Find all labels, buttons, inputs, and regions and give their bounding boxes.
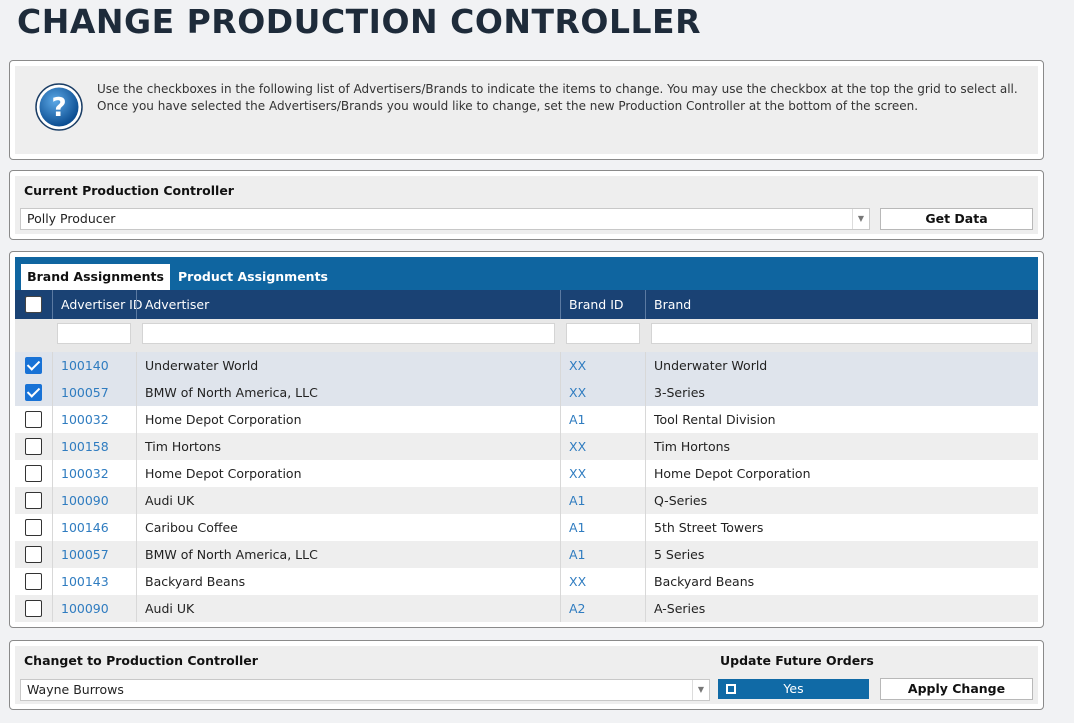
brand-id-cell[interactable]: XX [560, 352, 645, 379]
row-checkbox[interactable] [25, 546, 42, 563]
row-checkbox[interactable] [25, 600, 42, 617]
advertiser-cell: BMW of North America, LLC [136, 541, 560, 568]
row-checkbox[interactable] [25, 465, 42, 482]
advertiser-id-cell[interactable]: 100057 [52, 379, 136, 406]
page-title: CHANGE PRODUCTION CONTROLLER [17, 2, 701, 41]
advertiser-cell: Backyard Beans [136, 568, 560, 595]
svg-text:?: ? [51, 93, 66, 123]
brand-id-filter-input[interactable] [566, 323, 640, 344]
toggle-knob [726, 684, 736, 694]
table-row[interactable]: 100146 Caribou Coffee A1 5th Street Towers [15, 514, 1038, 541]
table-row[interactable]: 100057 BMW of North America, LLC XX 3-Serie… [15, 379, 1038, 406]
brand-id-cell[interactable]: XX [560, 433, 645, 460]
new-controller-label: Changet to Production Controller [24, 653, 258, 668]
table-row[interactable]: 100057 BMW of North America, LLC A1 5 Serie… [15, 541, 1038, 568]
advertiser-id-cell[interactable]: 100090 [52, 595, 136, 622]
advertiser-cell: BMW of North America, LLC [136, 379, 560, 406]
row-checkbox[interactable] [25, 519, 42, 536]
advertiser-id-cell[interactable]: 100146 [52, 514, 136, 541]
advertiser-id-cell[interactable]: 100032 [52, 406, 136, 433]
tab-brand-assignments[interactable]: Brand Assignments [21, 264, 170, 290]
advertiser-id-filter-input[interactable] [57, 323, 131, 344]
change-controller-panel: Changet to Production Controller Update … [9, 640, 1044, 710]
column-header-brand[interactable]: Brand [645, 290, 1038, 319]
table-row[interactable]: 100032 Home Depot Corporation A1 Tool Renta… [15, 406, 1038, 433]
update-future-orders-label: Update Future Orders [720, 653, 874, 668]
row-checkbox[interactable] [25, 411, 42, 428]
brand-cell: 5th Street Towers [645, 514, 1038, 541]
advertiser-cell: Home Depot Corporation [136, 460, 560, 487]
get-data-button[interactable]: Get Data [880, 208, 1033, 230]
row-checkbox[interactable] [25, 573, 42, 590]
grid-header: Advertiser ID Advertiser Brand ID Brand [15, 290, 1038, 319]
current-controller-label: Current Production Controller [24, 183, 234, 198]
table-row[interactable]: 100090 Audi UK A2 A-Series [15, 595, 1038, 622]
table-row[interactable]: 100032 Home Depot Corporation XX Home Depot… [15, 460, 1038, 487]
brand-cell: Home Depot Corporation [645, 460, 1038, 487]
advertiser-cell: Home Depot Corporation [136, 406, 560, 433]
brand-id-cell[interactable]: A1 [560, 541, 645, 568]
advertiser-id-cell[interactable]: 100057 [52, 541, 136, 568]
advertiser-filter-input[interactable] [142, 323, 555, 344]
current-controller-panel: Current Production Controller Polly Prod… [9, 170, 1044, 240]
info-panel: ? Use the checkboxes in the following li… [9, 60, 1044, 160]
brand-cell: Underwater World [645, 352, 1038, 379]
update-future-orders-value: Yes [783, 681, 804, 696]
advertiser-id-cell[interactable]: 100158 [52, 433, 136, 460]
brand-id-cell[interactable]: XX [560, 460, 645, 487]
advertiser-id-cell[interactable]: 100143 [52, 568, 136, 595]
row-checkbox[interactable] [25, 357, 42, 374]
column-header-advertiser-id[interactable]: Advertiser ID [52, 290, 143, 319]
table-row[interactable]: 100158 Tim Hortons XX Tim Hortons [15, 433, 1038, 460]
new-controller-value: Wayne Burrows [27, 682, 124, 697]
column-header-advertiser[interactable]: Advertiser [136, 290, 560, 319]
brand-cell: Q-Series [645, 487, 1038, 514]
brand-id-cell[interactable]: A1 [560, 514, 645, 541]
advertiser-cell: Audi UK [136, 595, 560, 622]
new-controller-select[interactable]: Wayne Burrows ▼ [20, 679, 710, 701]
advertiser-id-cell[interactable]: 100090 [52, 487, 136, 514]
brand-cell: Tool Rental Division [645, 406, 1038, 433]
advertiser-cell: Tim Hortons [136, 433, 560, 460]
brand-id-cell[interactable]: A1 [560, 487, 645, 514]
current-controller-select[interactable]: Polly Producer ▼ [20, 208, 870, 230]
advertiser-cell: Audi UK [136, 487, 560, 514]
assignments-panel: Brand Assignments Product Assignments Ad… [9, 251, 1044, 628]
brand-id-cell[interactable]: A1 [560, 406, 645, 433]
brand-id-cell[interactable]: XX [560, 568, 645, 595]
row-checkbox[interactable] [25, 492, 42, 509]
apply-change-button[interactable]: Apply Change [880, 678, 1033, 700]
brand-id-cell[interactable]: A2 [560, 595, 645, 622]
tab-product-assignments[interactable]: Product Assignments [173, 264, 333, 290]
brand-cell: 5 Series [645, 541, 1038, 568]
row-checkbox[interactable] [25, 438, 42, 455]
question-icon: ? [35, 83, 83, 131]
brand-cell: Backyard Beans [645, 568, 1038, 595]
update-future-orders-toggle[interactable]: Yes [718, 679, 869, 699]
advertiser-cell: Caribou Coffee [136, 514, 560, 541]
brand-cell: A-Series [645, 595, 1038, 622]
chevron-down-icon[interactable]: ▼ [852, 209, 869, 229]
current-controller-value: Polly Producer [27, 211, 116, 226]
instructions-text: Use the checkboxes in the following list… [97, 82, 1018, 113]
table-row[interactable]: 100090 Audi UK A1 Q-Series [15, 487, 1038, 514]
row-checkbox[interactable] [25, 384, 42, 401]
brand-cell: Tim Hortons [645, 433, 1038, 460]
select-all-checkbox[interactable] [25, 296, 42, 313]
advertiser-id-cell[interactable]: 100032 [52, 460, 136, 487]
brand-id-cell[interactable]: XX [560, 379, 645, 406]
brand-cell: 3-Series [645, 379, 1038, 406]
advertiser-cell: Underwater World [136, 352, 560, 379]
filter-row [15, 319, 1038, 352]
table-row[interactable]: 100143 Backyard Beans XX Backyard Beans [15, 568, 1038, 595]
chevron-down-icon[interactable]: ▼ [692, 680, 709, 700]
brand-filter-input[interactable] [651, 323, 1032, 344]
advertiser-id-cell[interactable]: 100140 [52, 352, 136, 379]
column-header-brand-id[interactable]: Brand ID [560, 290, 645, 319]
tab-bar: Brand Assignments Product Assignments [15, 257, 1038, 290]
table-row[interactable]: 100140 Underwater World XX Underwater World [15, 352, 1038, 379]
